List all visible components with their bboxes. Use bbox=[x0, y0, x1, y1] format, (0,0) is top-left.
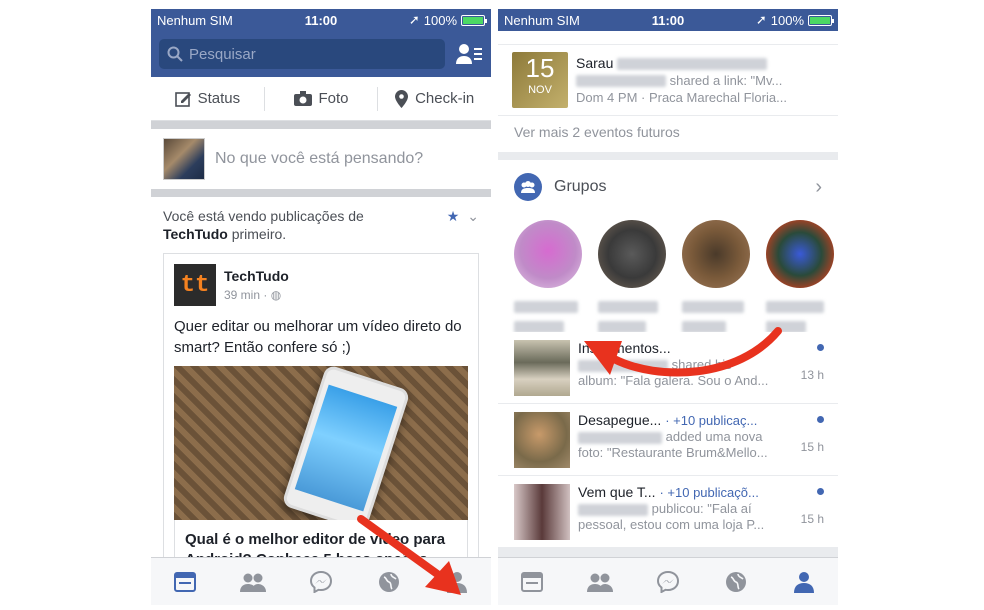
chevron-right-icon: › bbox=[815, 175, 822, 198]
tab-friends[interactable] bbox=[238, 567, 268, 597]
whats-on-your-mind[interactable]: No que você está pensando? bbox=[151, 129, 491, 189]
globe-icon: ◍ bbox=[270, 288, 282, 302]
groups-header[interactable]: Grupos › bbox=[498, 160, 838, 214]
battery-icon bbox=[461, 14, 487, 26]
see-more-events-link[interactable]: Ver mais 2 eventos futuros bbox=[498, 115, 838, 152]
photo-button[interactable]: Foto bbox=[265, 90, 378, 107]
globe-icon bbox=[379, 571, 399, 592]
checkin-button[interactable]: Check-in bbox=[378, 89, 491, 108]
edit-icon bbox=[174, 91, 191, 107]
tab-notifications[interactable] bbox=[721, 567, 751, 597]
globe-icon bbox=[726, 571, 746, 592]
profile-icon bbox=[447, 571, 467, 593]
see-first-notice: Você está vendo publicações de TechTudo … bbox=[163, 207, 479, 242]
group-thumb[interactable] bbox=[682, 220, 750, 333]
smartphone-photo bbox=[281, 366, 411, 520]
tab-messenger[interactable] bbox=[653, 567, 683, 597]
feed-card: Você está vendo publicações de TechTudo … bbox=[151, 197, 491, 591]
event-item[interactable]: 15 NOV Sarau shared a link: "Mv... Dom 4… bbox=[498, 45, 838, 115]
post: tt TechTudo 39 min · ◍ Quer editar ou me… bbox=[163, 253, 479, 591]
unread-dot bbox=[817, 344, 824, 351]
groups-carousel bbox=[498, 214, 838, 333]
battery-percent: 100% bbox=[770, 12, 804, 28]
group-thumbnail bbox=[514, 484, 570, 540]
messenger-icon bbox=[657, 570, 679, 593]
messenger-icon bbox=[310, 570, 332, 593]
event-meta: Dom 4 PM · Praca Marechal Floria... bbox=[576, 89, 787, 105]
group-feed: Instrumentos... shared his album: "Fala … bbox=[498, 332, 838, 548]
right-phone-screen: Nenhum SIM 11:00 ➚ 100% 15 NOV Sarau sha… bbox=[498, 9, 838, 605]
tab-profile[interactable] bbox=[442, 567, 472, 597]
groups-icon bbox=[514, 173, 542, 201]
bottom-tabbar bbox=[498, 557, 838, 605]
search-icon bbox=[167, 46, 183, 62]
search-placeholder: Pesquisar bbox=[189, 45, 256, 63]
person-list-icon bbox=[456, 44, 482, 64]
group-thumb[interactable] bbox=[766, 220, 834, 333]
list-item[interactable]: Desapegue... · +10 publicaç... added uma… bbox=[498, 404, 838, 476]
unread-dot bbox=[817, 416, 824, 423]
friends-icon bbox=[240, 573, 266, 592]
tab-news-feed[interactable] bbox=[517, 567, 547, 597]
news-feed-icon bbox=[174, 571, 196, 592]
battery-percent: 100% bbox=[423, 12, 457, 28]
left-phone-screen: Nenhum SIM 11:00 ➚ 100% Pesquisar Status… bbox=[151, 9, 491, 605]
unread-dot bbox=[817, 488, 824, 495]
avatar bbox=[163, 138, 205, 180]
page-name[interactable]: TechTudo bbox=[224, 268, 289, 284]
status-bar: Nenhum SIM 11:00 ➚ 100% bbox=[498, 9, 838, 31]
tab-news-feed[interactable] bbox=[170, 567, 200, 597]
event-date: 15 NOV bbox=[512, 52, 568, 108]
friend-requests-button[interactable] bbox=[455, 40, 483, 68]
composer-bar: Status Foto Check-in bbox=[151, 77, 491, 121]
friends-icon bbox=[587, 573, 613, 592]
tab-messenger[interactable] bbox=[306, 567, 336, 597]
group-thumb[interactable] bbox=[598, 220, 666, 333]
location-icon: ➚ bbox=[755, 12, 767, 27]
star-icon: ★ bbox=[446, 208, 460, 224]
post-time: 39 min · bbox=[224, 288, 268, 302]
location-pin-icon bbox=[395, 89, 409, 108]
camera-icon bbox=[293, 91, 312, 106]
mind-placeholder: No que você está pensando? bbox=[215, 150, 424, 167]
chevron-down-icon[interactable]: ⌄ bbox=[467, 207, 479, 225]
page-logo[interactable]: tt bbox=[174, 264, 216, 306]
group-thumb[interactable] bbox=[514, 220, 582, 333]
tab-profile[interactable] bbox=[789, 567, 819, 597]
search-input[interactable]: Pesquisar bbox=[159, 39, 445, 69]
top-nav: Pesquisar bbox=[151, 31, 491, 77]
group-thumbnail bbox=[514, 340, 570, 396]
tab-friends[interactable] bbox=[585, 567, 615, 597]
tab-notifications[interactable] bbox=[374, 567, 404, 597]
group-thumbnail bbox=[514, 412, 570, 468]
list-item[interactable]: Instrumentos... shared his album: "Fala … bbox=[498, 332, 838, 404]
status-bar: Nenhum SIM 11:00 ➚ 100% bbox=[151, 9, 491, 31]
status-button[interactable]: Status bbox=[151, 90, 264, 107]
post-image[interactable] bbox=[174, 366, 468, 520]
news-feed-icon bbox=[521, 571, 543, 592]
carrier-label: Nenhum SIM bbox=[504, 12, 580, 28]
carrier-label: Nenhum SIM bbox=[157, 12, 233, 28]
profile-icon bbox=[794, 571, 814, 593]
list-item[interactable]: Vem que T... · +10 publicaçõ... publicou… bbox=[498, 476, 838, 548]
bottom-tabbar bbox=[151, 557, 491, 605]
event-title: Sarau bbox=[576, 54, 614, 71]
battery-icon bbox=[808, 14, 834, 26]
location-icon: ➚ bbox=[408, 12, 420, 27]
post-text: Quer editar ou melhorar um vídeo direto … bbox=[174, 318, 462, 356]
groups-label: Grupos bbox=[554, 178, 607, 195]
